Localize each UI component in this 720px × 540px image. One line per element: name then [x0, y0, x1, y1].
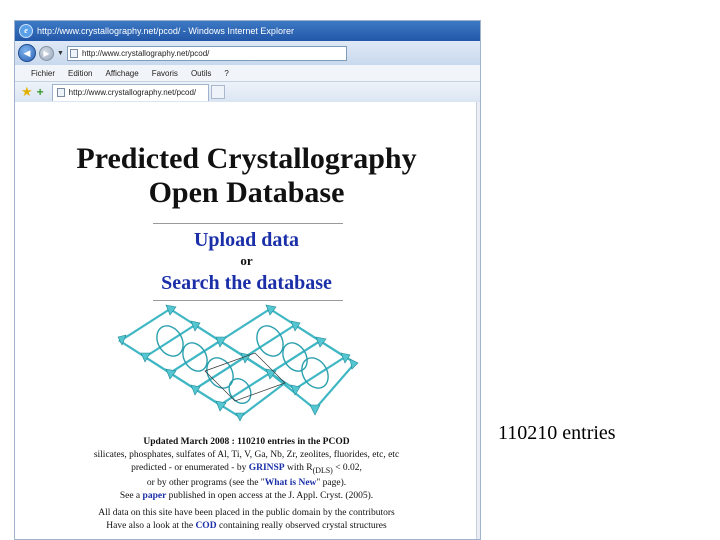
rdls-subscript: (DLS): [312, 465, 333, 475]
entries-caption: 110210 entries: [498, 422, 616, 444]
vertical-scrollbar[interactable]: [476, 102, 480, 539]
updated-count: 110210: [237, 437, 266, 447]
whatsnew-line: or by other programs (see the "What is N…: [15, 477, 478, 490]
favorites-bar: ★ + http://www.crystallography.net/pcod/: [15, 82, 480, 103]
updated-suffix: entries in the PCOD: [265, 437, 350, 447]
crystal-structure-image: [117, 304, 359, 422]
or-text: or: [240, 253, 253, 268]
updated-line: Updated March 2008 : 110210 entries in t…: [15, 436, 478, 449]
cod-line-suffix: containing really observed crystal struc…: [216, 520, 387, 531]
title-bar: e http://www.crystallography.net/pcod/ -…: [15, 21, 480, 41]
materials-line: silicates, phosphates, sulfates of Al, T…: [93, 450, 400, 460]
page-icon: [56, 88, 65, 97]
menu-edition[interactable]: Edition: [68, 69, 92, 78]
title-line-2: Open Database: [148, 176, 345, 209]
grinsp-line-middle: with R: [284, 463, 313, 473]
updated-prefix: Updated March 2008 :: [143, 437, 238, 447]
menu-fichier[interactable]: Fichier: [31, 69, 55, 78]
tab-current[interactable]: http://www.crystallography.net/pcod/: [51, 83, 210, 101]
whatsnew-line-prefix: or by other programs (see the ": [146, 477, 265, 488]
cod-line-prefix: Have also a look at the: [106, 520, 196, 531]
page-content: Predicted Crystallography Open Database …: [15, 102, 478, 539]
public-domain-line: All data on this site have been placed i…: [98, 507, 395, 518]
ie-logo-icon: e: [19, 24, 33, 38]
crystal-lattice: [117, 307, 357, 419]
add-favorite-icon[interactable]: +: [37, 85, 44, 99]
menu-affichage[interactable]: Affichage: [105, 69, 138, 78]
url-text: http://www.crystallography.net/pcod/: [81, 48, 210, 58]
page-title: Predicted Crystallography Open Database: [15, 142, 478, 210]
history-dropdown-icon[interactable]: ▼: [57, 50, 64, 57]
grinsp-line-prefix: predicted - or enumerated - by: [131, 463, 249, 473]
paper-line-suffix: published in open access at the J. Appl.…: [166, 490, 374, 501]
upload-data-label[interactable]: Upload data: [194, 229, 299, 251]
search-database-label[interactable]: Search the database: [161, 272, 332, 294]
search-database-link[interactable]: Search the database: [15, 272, 478, 295]
menu-outils[interactable]: Outils: [191, 69, 211, 78]
address-bar: ◀ ▶ ▼ http://www.crystallography.net/pco…: [15, 41, 480, 65]
grinsp-line: predicted - or enumerated - by GRINSP wi…: [15, 462, 478, 477]
title-line-1: Predicted Crystallography: [76, 142, 417, 175]
paper-link[interactable]: paper: [143, 491, 167, 501]
url-input[interactable]: http://www.crystallography.net/pcod/: [66, 45, 347, 61]
menu-favoris[interactable]: Favoris: [152, 69, 178, 78]
grinsp-line-suffix: < 0.02,: [332, 463, 362, 473]
page-icon: [69, 48, 78, 58]
paper-line-prefix: See a: [119, 490, 143, 501]
tab-label: http://www.crystallography.net/pcod/: [68, 88, 197, 97]
menu-help[interactable]: ?: [224, 69, 228, 78]
cod-link[interactable]: COD: [195, 521, 216, 531]
whatsnew-line-suffix: " page).: [316, 477, 347, 488]
new-tab-button[interactable]: [211, 85, 226, 99]
back-arrow-icon[interactable]: ◀: [18, 44, 36, 62]
upload-data-link[interactable]: Upload data: [15, 229, 478, 252]
forward-arrow-icon[interactable]: ▶: [39, 45, 54, 61]
browser-window: e http://www.crystallography.net/pcod/ -…: [14, 20, 481, 540]
window-title: http://www.crystallography.net/pcod/ - W…: [37, 26, 294, 36]
divider: [153, 223, 343, 224]
menu-bar: Fichier Edition Affichage Favoris Outils…: [15, 65, 480, 82]
cod-line: Have also a look at the COD containing r…: [15, 520, 478, 533]
favorites-star-icon[interactable]: ★: [21, 84, 33, 100]
whats-new-link[interactable]: What is New: [265, 478, 317, 488]
grinsp-link[interactable]: GRINSP: [249, 463, 285, 473]
info-block: Updated March 2008 : 110210 entries in t…: [15, 436, 478, 533]
paper-line: See a paper published in open access at …: [15, 490, 478, 503]
